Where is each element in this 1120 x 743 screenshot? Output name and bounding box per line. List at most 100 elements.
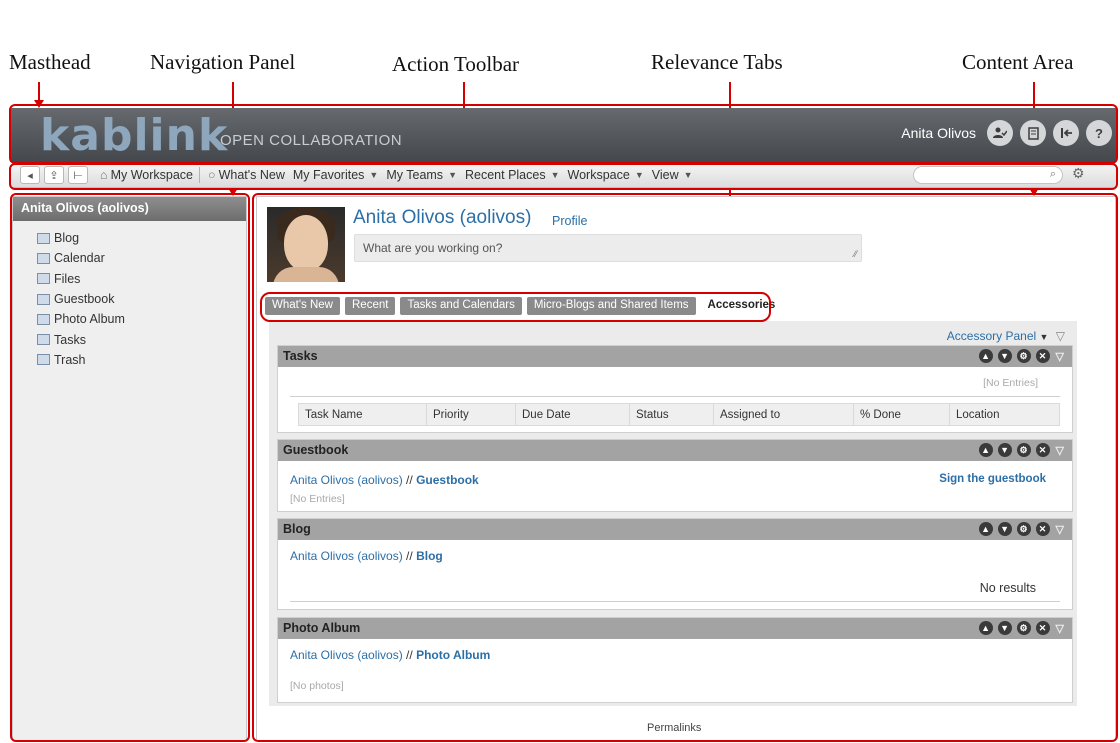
breadcrumb-separator: // — [402, 648, 417, 662]
settings-icon[interactable]: ⚙ — [1016, 349, 1031, 363]
collapse-triangle-icon[interactable]: ▽ — [1056, 622, 1064, 635]
sidebar-item-trash[interactable]: Trash — [37, 350, 246, 370]
annotation-arrow-content — [1029, 188, 1039, 196]
accessory-title: Guestbook — [283, 443, 349, 457]
move-up-icon[interactable]: ▲ — [978, 522, 993, 536]
move-down-icon[interactable]: ▼ — [997, 443, 1012, 457]
guestbook-owner-link[interactable]: Anita Olivos (aolivos) — [290, 473, 403, 487]
status-input[interactable]: What are you working on? ⁄⁄ — [354, 234, 862, 262]
sidebar-item-photo-album[interactable]: Photo Album — [37, 309, 246, 329]
document-icon[interactable] — [1020, 120, 1046, 146]
kablink-logo[interactable]: kablink — [40, 110, 228, 161]
move-up-icon[interactable]: ▲ — [978, 621, 993, 635]
breadcrumb-separator: // — [402, 549, 417, 563]
column-header[interactable]: Assigned to — [713, 403, 854, 426]
masthead-user-name[interactable]: Anita Olivos — [901, 125, 976, 141]
navigation-panel: Anita Olivos (aolivos) Blog Calendar Fil… — [12, 196, 247, 741]
search-icon[interactable]: ⌕ — [1050, 168, 1056, 181]
column-header[interactable]: Due Date — [515, 403, 630, 426]
home-icon: ⌂ — [100, 168, 108, 182]
profile-name[interactable]: Anita Olivos (aolivos) — [353, 207, 531, 229]
logout-icon[interactable] — [1053, 120, 1079, 146]
column-header[interactable]: % Done — [853, 403, 950, 426]
blog-breadcrumb: Anita Olivos (aolivos) // Blog — [290, 549, 443, 563]
guestbook-breadcrumb: Anita Olivos (aolivos) // Guestbook — [290, 473, 479, 487]
accessory-header: Tasks ▲ ▼ ⚙ ✕ ▽ — [278, 346, 1072, 367]
move-down-icon[interactable]: ▼ — [997, 621, 1012, 635]
move-down-icon[interactable]: ▼ — [997, 349, 1012, 363]
sidebar-item-label: Files — [54, 271, 81, 286]
accessory-guestbook: Guestbook ▲ ▼ ⚙ ✕ ▽ Anita Olivos (aolivo… — [277, 439, 1073, 512]
column-header[interactable]: Task Name — [298, 403, 427, 426]
sidebar-item-blog[interactable]: Blog — [37, 228, 246, 248]
column-header[interactable]: Location — [949, 403, 1060, 426]
guestbook-icon — [37, 293, 50, 305]
guestbook-link[interactable]: Guestbook — [416, 473, 479, 487]
help-icon[interactable]: ? — [1086, 120, 1112, 146]
toolbar-workspace[interactable]: Workspace ▼ — [568, 168, 644, 182]
avatar[interactable] — [267, 207, 345, 282]
settings-icon[interactable]: ⚙ — [1016, 443, 1031, 457]
tab-accessories[interactable]: Accessories — [700, 297, 783, 315]
toolbar-recent-places[interactable]: Recent Places ▼ — [465, 168, 560, 182]
tab-tasks-and-calendars[interactable]: Tasks and Calendars — [400, 297, 522, 315]
photo-album-empty: [No photos] — [290, 680, 344, 692]
close-icon[interactable]: ✕ — [1035, 349, 1050, 363]
toolbar-my-workspace[interactable]: ⌂ My Workspace — [100, 168, 193, 182]
collapse-triangle-icon[interactable]: ▽ — [1056, 350, 1064, 363]
move-up-icon[interactable]: ▲ — [978, 349, 993, 363]
divider — [290, 601, 1060, 602]
annotation-content-area: Content Area — [962, 50, 1074, 74]
breadcrumb-separator: // — [402, 473, 417, 487]
avatar-shoulders — [273, 267, 339, 282]
close-icon[interactable]: ✕ — [1035, 522, 1050, 536]
gear-icon[interactable]: ⚙ — [1072, 165, 1085, 182]
collapse-triangle-icon[interactable]: ▽ — [1056, 329, 1065, 343]
settings-icon[interactable]: ⚙ — [1016, 522, 1031, 536]
move-down-icon[interactable]: ▼ — [997, 522, 1012, 536]
resize-grip-icon[interactable]: ⁄⁄ — [854, 249, 857, 259]
upload-icon[interactable]: ⇪ — [44, 166, 64, 184]
move-up-icon[interactable]: ▲ — [978, 443, 993, 457]
tab-whats-new[interactable]: What's New — [265, 297, 340, 315]
tab-micro-blogs[interactable]: Micro-Blogs and Shared Items — [526, 297, 696, 315]
close-icon[interactable]: ✕ — [1035, 443, 1050, 457]
collapse-triangle-icon[interactable]: ▽ — [1056, 523, 1064, 536]
tree-icon[interactable]: ⊢ — [68, 166, 88, 184]
sign-guestbook-link[interactable]: Sign the guestbook — [939, 473, 1046, 485]
relevance-tabs: What's New Recent Tasks and Calendars Mi… — [265, 297, 787, 315]
sidebar-toggle-icon[interactable]: ◂ — [20, 166, 40, 184]
close-icon[interactable]: ✕ — [1035, 621, 1050, 635]
collapse-triangle-icon[interactable]: ▽ — [1056, 444, 1064, 457]
search-input[interactable]: ⌕ — [913, 166, 1063, 184]
toolbar-my-favorites[interactable]: My Favorites ▼ — [293, 168, 378, 182]
toolbar-view[interactable]: View ▼ — [652, 168, 693, 182]
column-header[interactable]: Priority — [426, 403, 516, 426]
accessory-panel-menu[interactable]: Accessory Panel ▼ ▽ — [947, 329, 1065, 343]
table-header-row: Task Name Priority Due Date Status Assig… — [298, 403, 1060, 426]
sidebar-item-tasks[interactable]: Tasks — [37, 329, 246, 349]
permalinks-link[interactable]: Permalinks — [647, 722, 701, 734]
nav-list: Blog Calendar Files Guestbook Photo Albu… — [13, 228, 246, 370]
user-check-icon[interactable] — [987, 120, 1013, 146]
toolbar-my-teams[interactable]: My Teams ▼ — [386, 168, 457, 182]
chevron-down-icon: ▼ — [1039, 332, 1049, 342]
sidebar-item-calendar[interactable]: Calendar — [37, 248, 246, 268]
sidebar-item-guestbook[interactable]: Guestbook — [37, 289, 246, 309]
settings-icon[interactable]: ⚙ — [1016, 621, 1031, 635]
toolbar-whats-new[interactable]: ○ What's New — [208, 168, 285, 182]
photo-album-link[interactable]: Photo Album — [416, 648, 490, 662]
sidebar-item-label: Tasks — [54, 332, 86, 347]
sidebar-item-label: Trash — [54, 352, 86, 367]
sidebar-item-files[interactable]: Files — [37, 269, 246, 289]
blog-link[interactable]: Blog — [416, 549, 443, 563]
accessory-controls: ▲ ▼ ⚙ ✕ ▽ — [974, 443, 1064, 457]
accessory-title: Blog — [283, 522, 311, 536]
column-header[interactable]: Status — [629, 403, 714, 426]
nav-title[interactable]: Anita Olivos (aolivos) — [13, 197, 246, 221]
blog-owner-link[interactable]: Anita Olivos (aolivos) — [290, 549, 403, 563]
profile-link[interactable]: Profile — [552, 214, 587, 228]
toolbar-recent-places-label: Recent Places — [464, 168, 546, 182]
tab-recent[interactable]: Recent — [345, 297, 396, 315]
photo-album-owner-link[interactable]: Anita Olivos (aolivos) — [290, 648, 403, 662]
